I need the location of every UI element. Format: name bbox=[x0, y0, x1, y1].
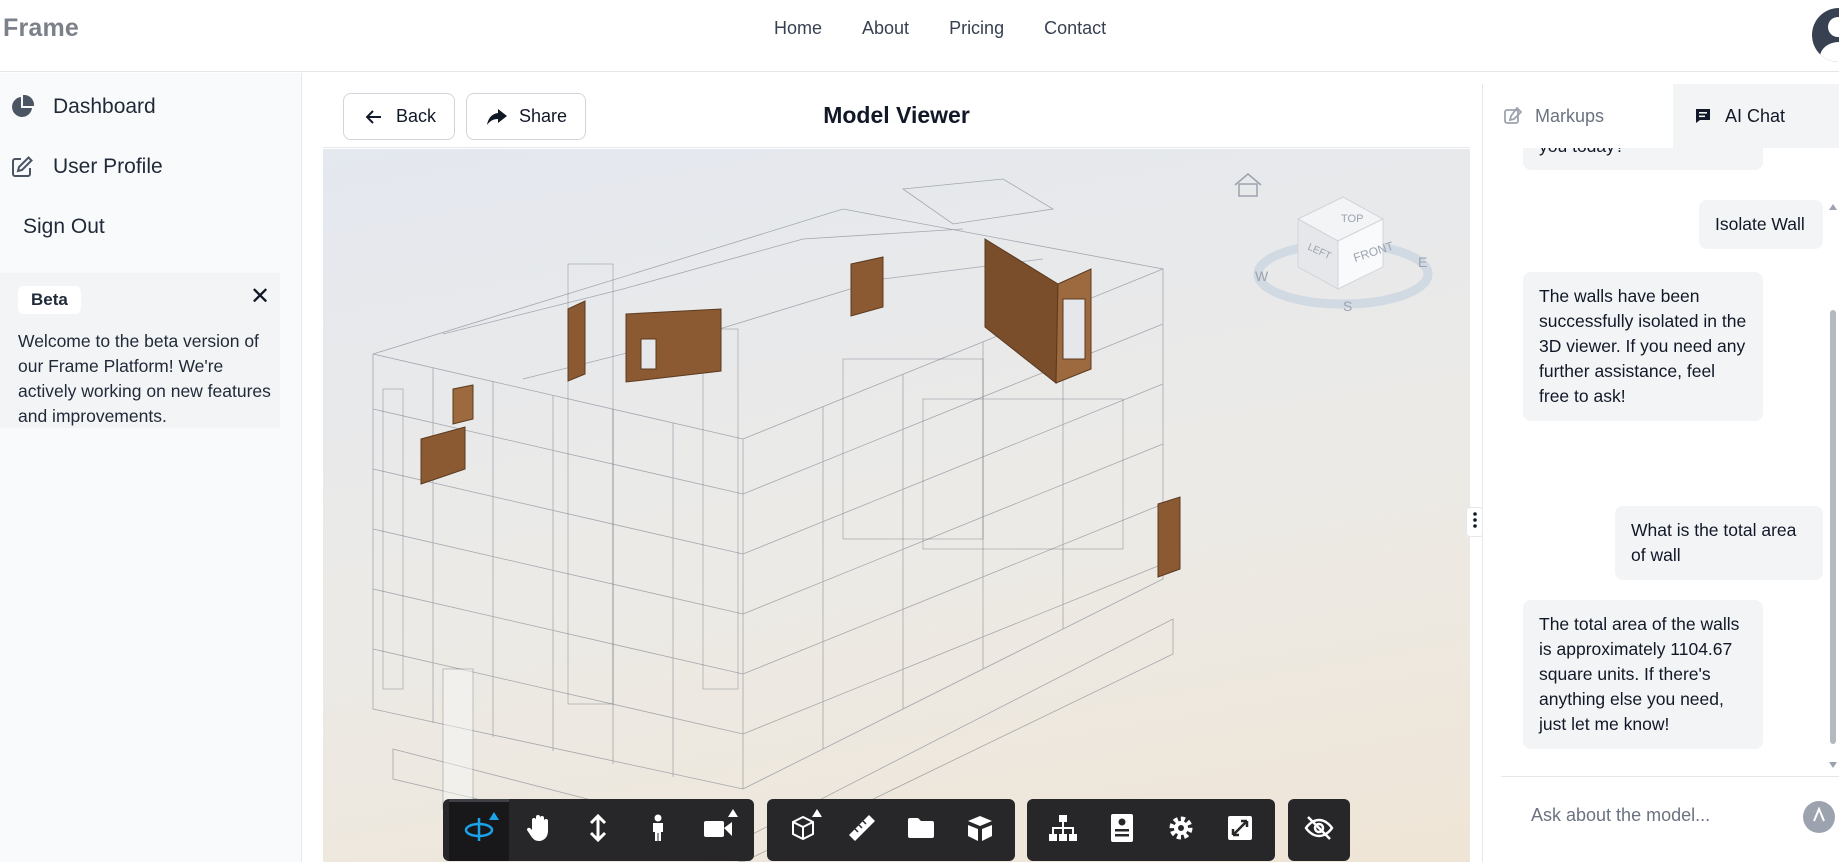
measure-icon bbox=[847, 813, 877, 848]
svg-text:S: S bbox=[1343, 298, 1352, 314]
home-view-icon[interactable] bbox=[1234, 173, 1262, 197]
tab-label: AI Chat bbox=[1725, 105, 1786, 126]
hide-icon bbox=[1304, 815, 1334, 846]
fullscreen-tool[interactable] bbox=[1210, 799, 1269, 861]
svg-text:E: E bbox=[1418, 254, 1427, 270]
properties-tool[interactable] bbox=[1092, 799, 1151, 861]
orbit-tool[interactable] bbox=[449, 799, 509, 861]
share-button-label: Share bbox=[519, 106, 568, 126]
camera-tool[interactable] bbox=[688, 799, 748, 861]
settings-icon bbox=[1167, 814, 1195, 847]
sidebar-item-sign-out[interactable]: Sign Out bbox=[23, 215, 105, 239]
beta-notice: Beta ✕ Welcome to the beta version of ou… bbox=[0, 273, 280, 428]
pie-chart-icon bbox=[10, 95, 34, 119]
hide-tool[interactable] bbox=[1288, 799, 1350, 861]
nav-pricing-link[interactable]: Pricing bbox=[949, 18, 1004, 39]
tab-markups[interactable]: Markups bbox=[1483, 84, 1673, 148]
chat-composer bbox=[1501, 776, 1839, 862]
scroll-up-icon[interactable] bbox=[1829, 204, 1837, 210]
camera-icon bbox=[703, 817, 733, 844]
fullscreen-icon bbox=[1227, 815, 1253, 846]
chat-messages: you today? Isolate Wall The walls have b… bbox=[1483, 148, 1823, 776]
svg-text:TOP: TOP bbox=[1341, 213, 1363, 225]
chat-icon bbox=[1693, 106, 1713, 126]
pan-hand-icon bbox=[526, 814, 552, 847]
right-panel: Markups AI Chat you today? Isolate Wall … bbox=[1482, 84, 1839, 862]
model-viewer: Back Share Model Viewer TOP FRONT LEFT W… bbox=[323, 84, 1470, 862]
explode-icon bbox=[965, 814, 995, 847]
chat-input[interactable] bbox=[1531, 795, 1771, 835]
properties-icon bbox=[1110, 813, 1134, 848]
back-button[interactable]: Back bbox=[343, 93, 455, 140]
viewer-header: Back Share Model Viewer bbox=[323, 84, 1470, 148]
sidebar-item-label: Dashboard bbox=[53, 95, 156, 118]
scroll-thumb[interactable] bbox=[1830, 310, 1836, 744]
isolated-walls bbox=[420, 238, 1181, 578]
user-avatar[interactable] bbox=[1812, 8, 1839, 62]
send-button[interactable] bbox=[1803, 801, 1835, 833]
settings-tool[interactable] bbox=[1151, 799, 1210, 861]
view-cube[interactable]: TOP FRONT LEFT W E S bbox=[1253, 196, 1433, 314]
model-browser-tool[interactable] bbox=[891, 799, 950, 861]
scroll-down-icon[interactable] bbox=[1829, 762, 1837, 768]
nav-contact-link[interactable]: Contact bbox=[1044, 18, 1106, 39]
arrow-left-icon bbox=[364, 107, 384, 127]
nav-about-link[interactable]: About bbox=[862, 18, 909, 39]
sidebar: Dashboard User Profile Sign Out Beta ✕ W… bbox=[0, 73, 302, 862]
flyout-indicator-icon bbox=[812, 809, 822, 817]
top-navbar: Frame Home About Pricing Contact bbox=[0, 0, 1839, 72]
markup-pen-icon bbox=[1503, 106, 1523, 126]
pan-tool[interactable] bbox=[509, 799, 569, 861]
zoom-vertical-icon bbox=[588, 813, 608, 847]
3d-canvas[interactable]: TOP FRONT LEFT W E S bbox=[323, 149, 1470, 862]
ai-message: The walls have been successfully isolate… bbox=[1523, 272, 1763, 421]
share-button[interactable]: Share bbox=[466, 93, 586, 140]
explode-tool[interactable] bbox=[950, 799, 1009, 861]
ai-message: The total area of the walls is approxima… bbox=[1523, 600, 1763, 749]
share-icon bbox=[487, 107, 507, 127]
model-tree-tool[interactable] bbox=[1033, 799, 1092, 861]
flyout-indicator-icon bbox=[727, 809, 738, 817]
tab-ai-chat[interactable]: AI Chat bbox=[1673, 84, 1839, 148]
folder-icon bbox=[907, 817, 935, 844]
ai-message: you today? bbox=[1523, 148, 1763, 170]
building-model: TOP FRONT LEFT W E S bbox=[372, 173, 1433, 862]
more-vertical-icon bbox=[1473, 511, 1477, 533]
nav-home-link[interactable]: Home bbox=[774, 18, 822, 39]
section-box-icon bbox=[789, 814, 817, 847]
model-tree-icon bbox=[1048, 814, 1078, 847]
main-nav: Home About Pricing Contact bbox=[774, 18, 1106, 39]
beta-badge: Beta bbox=[18, 286, 81, 314]
first-person-tool[interactable] bbox=[628, 799, 688, 861]
sidebar-item-label: Sign Out bbox=[23, 215, 105, 238]
beta-message: Welcome to the beta version of our Frame… bbox=[18, 331, 271, 426]
user-message: Isolate Wall bbox=[1699, 200, 1823, 249]
svg-text:W: W bbox=[1255, 268, 1269, 284]
chat-scrollbar[interactable] bbox=[1826, 84, 1839, 768]
tab-label: Markups bbox=[1535, 105, 1605, 126]
model-toolbar bbox=[767, 799, 1015, 861]
close-icon[interactable]: ✕ bbox=[250, 285, 270, 309]
panel-tabs: Markups AI Chat bbox=[1483, 84, 1839, 148]
edit-icon bbox=[10, 155, 34, 179]
settings-toolbar bbox=[1027, 799, 1275, 861]
user-message: What is the total area of wall bbox=[1615, 506, 1823, 580]
back-button-label: Back bbox=[396, 106, 437, 126]
first-person-icon bbox=[649, 814, 667, 847]
zoom-tool[interactable] bbox=[569, 799, 629, 861]
sidebar-item-dashboard[interactable]: Dashboard bbox=[10, 95, 156, 119]
measure-tool[interactable] bbox=[832, 799, 891, 861]
navigation-toolbar bbox=[443, 799, 754, 861]
sidebar-item-user-profile[interactable]: User Profile bbox=[10, 155, 163, 179]
sidebar-item-label: User Profile bbox=[53, 155, 163, 178]
visibility-toolbar bbox=[1288, 799, 1350, 861]
app-logo[interactable]: Frame bbox=[3, 14, 79, 43]
send-arrow-icon bbox=[1812, 805, 1826, 828]
flyout-indicator-icon bbox=[488, 812, 499, 820]
section-tool[interactable] bbox=[773, 799, 832, 861]
